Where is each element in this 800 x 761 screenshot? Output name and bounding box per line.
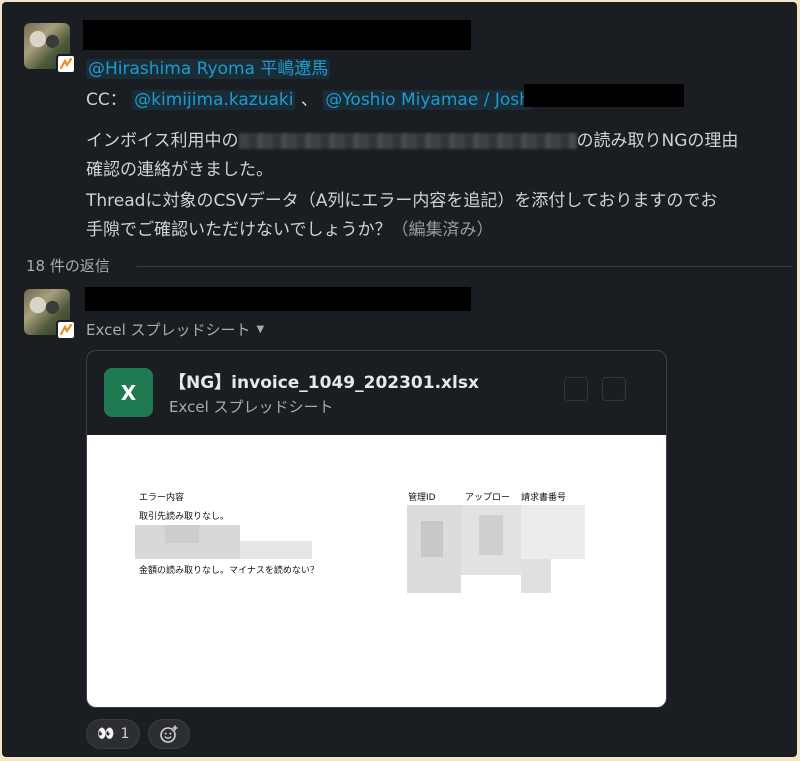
preview-col-id: 管理ID (408, 493, 436, 503)
preview-row-1: 取引先読み取りなし。 (139, 512, 230, 522)
file-name[interactable]: 【NG】invoice_1049_202301.xlsx (169, 368, 479, 393)
message-body-line-3: Threadに対象のCSVデータ（A列にエラー内容を追記）を添付しておりますので… (86, 191, 718, 211)
download-icon[interactable] (564, 377, 588, 401)
caret-down-icon: ▼ (256, 324, 265, 335)
reaction-count: 1 (120, 726, 130, 742)
blurred-cell (421, 521, 443, 557)
spreadsheet-preview[interactable]: エラー内容 取引先読み取りなし。 金額の読み取りなし。マイナスを読めない？ 管理… (87, 435, 666, 707)
body-text: インボイス利用中の (86, 131, 239, 151)
blurred-cell (521, 559, 551, 593)
reactions-bar: 👀 1 (86, 719, 191, 749)
preview-col-invoice: 請求書番号 (521, 493, 567, 503)
status-badge-icon (56, 320, 76, 340)
file-header: X 【NG】invoice_1049_202301.xlsx Excel スプレ… (87, 351, 666, 435)
preview-col-error: エラー内容 (139, 493, 185, 503)
edited-label: （編集済み） (391, 220, 494, 240)
message-body-line-1: インボイス利用中の の読み取りNGの理由 (86, 126, 738, 151)
file-attachment-card[interactable]: X 【NG】invoice_1049_202301.xlsx Excel スプレ… (86, 350, 667, 708)
excel-file-icon: X (104, 368, 153, 417)
body-text: の読み取りNGの理由 (576, 131, 739, 151)
eyes-emoji-icon: 👀 (97, 726, 115, 742)
add-reaction-button[interactable] (148, 719, 191, 749)
emoji-add-icon (160, 725, 178, 743)
file-type-toggle[interactable]: Excel スプレッドシート ▼ (86, 319, 264, 340)
blurred-company-name (238, 133, 577, 149)
status-badge-icon (56, 54, 76, 74)
redacted-username (85, 287, 471, 311)
cc-line: CC： @kimijima.kazuaki 、 @Yoshio Miyamae … (86, 85, 532, 110)
blurred-cell (240, 541, 312, 559)
thread-replies-count[interactable]: 18 件の返信 (26, 255, 110, 276)
preview-col-approver: アップロー (465, 493, 511, 503)
body-text: 手隙でご確認いただけないでしょうか？ (86, 220, 392, 240)
slack-thread-view: @Hirashima Ryoma 平嶋遼馬 CC： @kimijima.kazu… (2, 2, 797, 757)
message-body-line-2: 確認の連絡がきました。 (86, 160, 273, 180)
file-type-label: Excel スプレッドシート (86, 321, 251, 339)
blurred-cell (521, 505, 585, 559)
file-subtitle: Excel スプレッドシート (169, 398, 334, 416)
blurred-cell (479, 515, 503, 555)
mention-line: @Hirashima Ryoma 平嶋遼馬 (86, 54, 331, 79)
thread-divider (137, 266, 792, 267)
reaction-eyes[interactable]: 👀 1 (86, 719, 141, 749)
blurred-cell (165, 525, 199, 543)
file-actions (564, 377, 626, 401)
more-icon[interactable] (602, 377, 626, 401)
preview-row-2: 金額の読み取りなし。マイナスを読めない？ (139, 566, 319, 576)
mention-miyamae[interactable]: @Yoshio Miyamae / Josh (323, 90, 532, 110)
redacted-username (83, 20, 471, 50)
mention-hirashima[interactable]: @Hirashima Ryoma 平嶋遼馬 (86, 59, 331, 79)
mention-kimijima[interactable]: @kimijima.kazuaki (132, 90, 296, 110)
cc-separator: 、 (300, 90, 318, 110)
redacted-mention-text (524, 84, 684, 107)
message-body-line-4: 手隙でご確認いただけないでしょうか？（編集済み） (86, 215, 494, 240)
cc-label: CC： (86, 90, 127, 110)
